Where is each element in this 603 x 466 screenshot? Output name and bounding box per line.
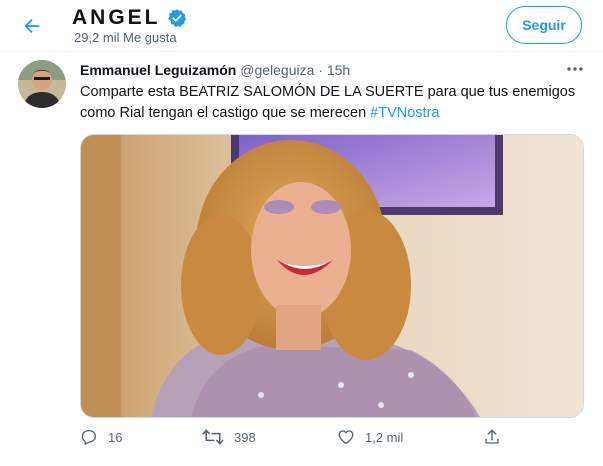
share-button[interactable]	[483, 428, 511, 446]
more-icon[interactable]	[564, 58, 586, 80]
verified-badge-icon	[167, 8, 187, 28]
tweet-actions: 16 398 1,2 mil	[0, 428, 603, 454]
likes-count-subtitle: 29,2 mil Me gusta	[74, 30, 177, 45]
like-count: 1,2 mil	[365, 429, 404, 445]
like-button[interactable]: 1,2 mil	[337, 428, 403, 446]
tweet-time[interactable]: 15h	[327, 62, 350, 78]
back-button[interactable]	[14, 8, 50, 44]
back-arrow-icon	[24, 18, 40, 34]
tweet-text: Comparte esta BEATRIZ SALOMÓN DE LA SUER…	[80, 82, 585, 124]
avatar[interactable]	[18, 60, 66, 108]
retweet-button[interactable]: 398	[202, 428, 256, 446]
header-separator: ·	[318, 62, 323, 78]
retweet-count: 398	[234, 429, 256, 445]
tweet-header: Emmanuel Leguizamón @geleguiza · 15h	[80, 62, 350, 78]
reply-button[interactable]: 16	[80, 428, 122, 446]
share-icon	[485, 429, 499, 444]
retweet-icon	[202, 429, 224, 445]
page-title-row: ANGEL	[72, 6, 187, 30]
reply-icon	[81, 429, 97, 446]
author-name[interactable]: Emmanuel Leguizamón	[80, 62, 236, 78]
author-handle[interactable]: @geleguiza	[240, 62, 314, 78]
page-title: ANGEL	[72, 6, 161, 29]
hashtag-link[interactable]: #TVNostra	[370, 105, 439, 121]
like-icon	[338, 430, 354, 445]
reply-count: 16	[108, 429, 123, 445]
tweet-image[interactable]	[80, 134, 584, 418]
tweet-body: Comparte esta BEATRIZ SALOMÓN DE LA SUER…	[80, 84, 576, 121]
page-header: ANGEL 29,2 mil Me gusta Seguir	[0, 0, 603, 52]
follow-button[interactable]: Seguir	[506, 6, 582, 44]
